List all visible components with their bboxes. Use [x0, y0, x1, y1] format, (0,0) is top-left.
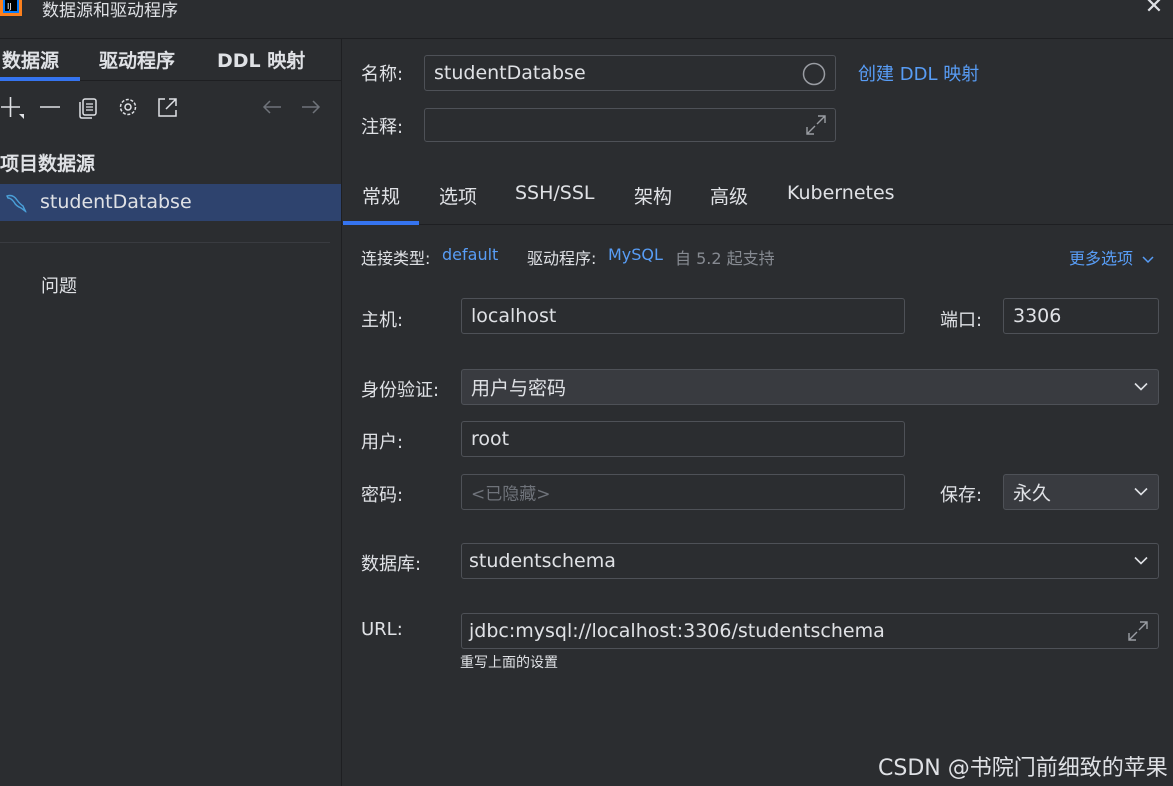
settings-icon[interactable]	[115, 94, 141, 120]
tab-ddl-mappings[interactable]: DDL 映射	[217, 46, 305, 73]
divider	[0, 242, 330, 243]
name-field[interactable]: studentDatabse	[424, 55, 836, 91]
port-label: 端口:	[940, 310, 983, 331]
auth-value: 用户与密码	[471, 377, 567, 400]
app-logo-icon: IJ	[0, 0, 22, 16]
host-label: 主机:	[361, 310, 404, 331]
active-tab-indicator	[0, 77, 80, 81]
user-value: root	[471, 428, 510, 450]
tab-schemas[interactable]: 架构	[634, 182, 672, 209]
problems-item[interactable]: 问题	[41, 272, 77, 298]
password-input[interactable]: <已隐藏>	[461, 474, 905, 510]
datasource-name: studentDatabse	[40, 191, 192, 213]
more-options-label: 更多选项	[1069, 249, 1134, 268]
svg-text:IJ: IJ	[7, 2, 12, 11]
active-tab-indicator	[343, 221, 419, 225]
connection-type-link[interactable]: default	[442, 245, 498, 264]
save-value: 永久	[1013, 482, 1052, 505]
expand-icon[interactable]	[1126, 619, 1150, 643]
tab-advanced[interactable]: 高级	[710, 182, 748, 209]
color-picker-icon[interactable]	[802, 62, 826, 86]
tab-kubernetes[interactable]: Kubernetes	[787, 182, 895, 204]
save-label: 保存:	[940, 485, 983, 506]
tab-ssh-ssl[interactable]: SSH/SSL	[515, 182, 595, 204]
add-icon[interactable]	[0, 94, 26, 120]
database-label: 数据库:	[361, 554, 422, 575]
user-label: 用户:	[361, 432, 404, 453]
back-arrow-icon[interactable]	[259, 94, 285, 120]
password-placeholder: <已隐藏>	[471, 484, 551, 505]
password-label: 密码:	[361, 485, 404, 506]
url-input[interactable]: jdbc:mysql://localhost:3306/studentschem…	[461, 613, 1159, 649]
port-value: 3306	[1013, 305, 1062, 327]
url-label: URL:	[361, 619, 403, 640]
url-value: jdbc:mysql://localhost:3306/studentschem…	[469, 620, 885, 642]
driver-link[interactable]: MySQL	[608, 245, 663, 264]
driver-label: 驱动程序:	[527, 249, 597, 268]
remove-icon[interactable]	[37, 94, 63, 120]
port-input[interactable]: 3306	[1003, 298, 1159, 334]
watermark: CSDN @书院门前细致的苹果	[878, 756, 1168, 781]
url-override-note: 重写上面的设置	[460, 655, 558, 671]
user-input[interactable]: root	[461, 421, 905, 457]
more-options-link[interactable]: 更多选项	[1069, 245, 1154, 269]
tab-divider	[342, 224, 1173, 225]
mysql-dolphin-icon	[6, 194, 27, 214]
chevron-down-icon	[1134, 556, 1148, 565]
expand-icon[interactable]	[804, 113, 828, 137]
chevron-down-icon	[1134, 382, 1148, 391]
tab-general[interactable]: 常规	[362, 182, 400, 209]
forward-arrow-icon[interactable]	[298, 94, 324, 120]
host-value: localhost	[471, 305, 557, 327]
auth-select[interactable]: 用户与密码	[461, 369, 1159, 405]
chevron-down-icon	[1134, 487, 1148, 496]
close-icon[interactable]: ✕	[1140, 0, 1168, 20]
name-label: 名称:	[361, 64, 404, 85]
tab-options[interactable]: 选项	[439, 182, 477, 209]
tab-datasources[interactable]: 数据源	[2, 46, 59, 73]
tab-drivers[interactable]: 驱动程序	[99, 46, 175, 73]
driver-support-note: 自 5.2 起支持	[675, 249, 775, 268]
auth-label: 身份验证:	[361, 380, 440, 401]
project-datasources-header: 项目数据源	[0, 153, 96, 175]
duplicate-icon[interactable]	[76, 94, 102, 120]
comment-field[interactable]	[424, 108, 836, 142]
export-icon[interactable]	[155, 94, 181, 120]
create-ddl-mapping-link[interactable]: 创建 DDL 映射	[858, 60, 979, 86]
database-value: studentschema	[469, 550, 616, 572]
host-input[interactable]: localhost	[461, 298, 905, 334]
name-value: studentDatabse	[434, 62, 586, 84]
window-title: 数据源和驱动程序	[42, 1, 178, 21]
connection-type-label: 连接类型:	[361, 249, 431, 268]
comment-label: 注释:	[361, 117, 404, 138]
database-combo[interactable]: studentschema	[461, 543, 1159, 579]
save-select[interactable]: 永久	[1003, 474, 1159, 510]
chevron-down-icon	[1142, 255, 1154, 263]
